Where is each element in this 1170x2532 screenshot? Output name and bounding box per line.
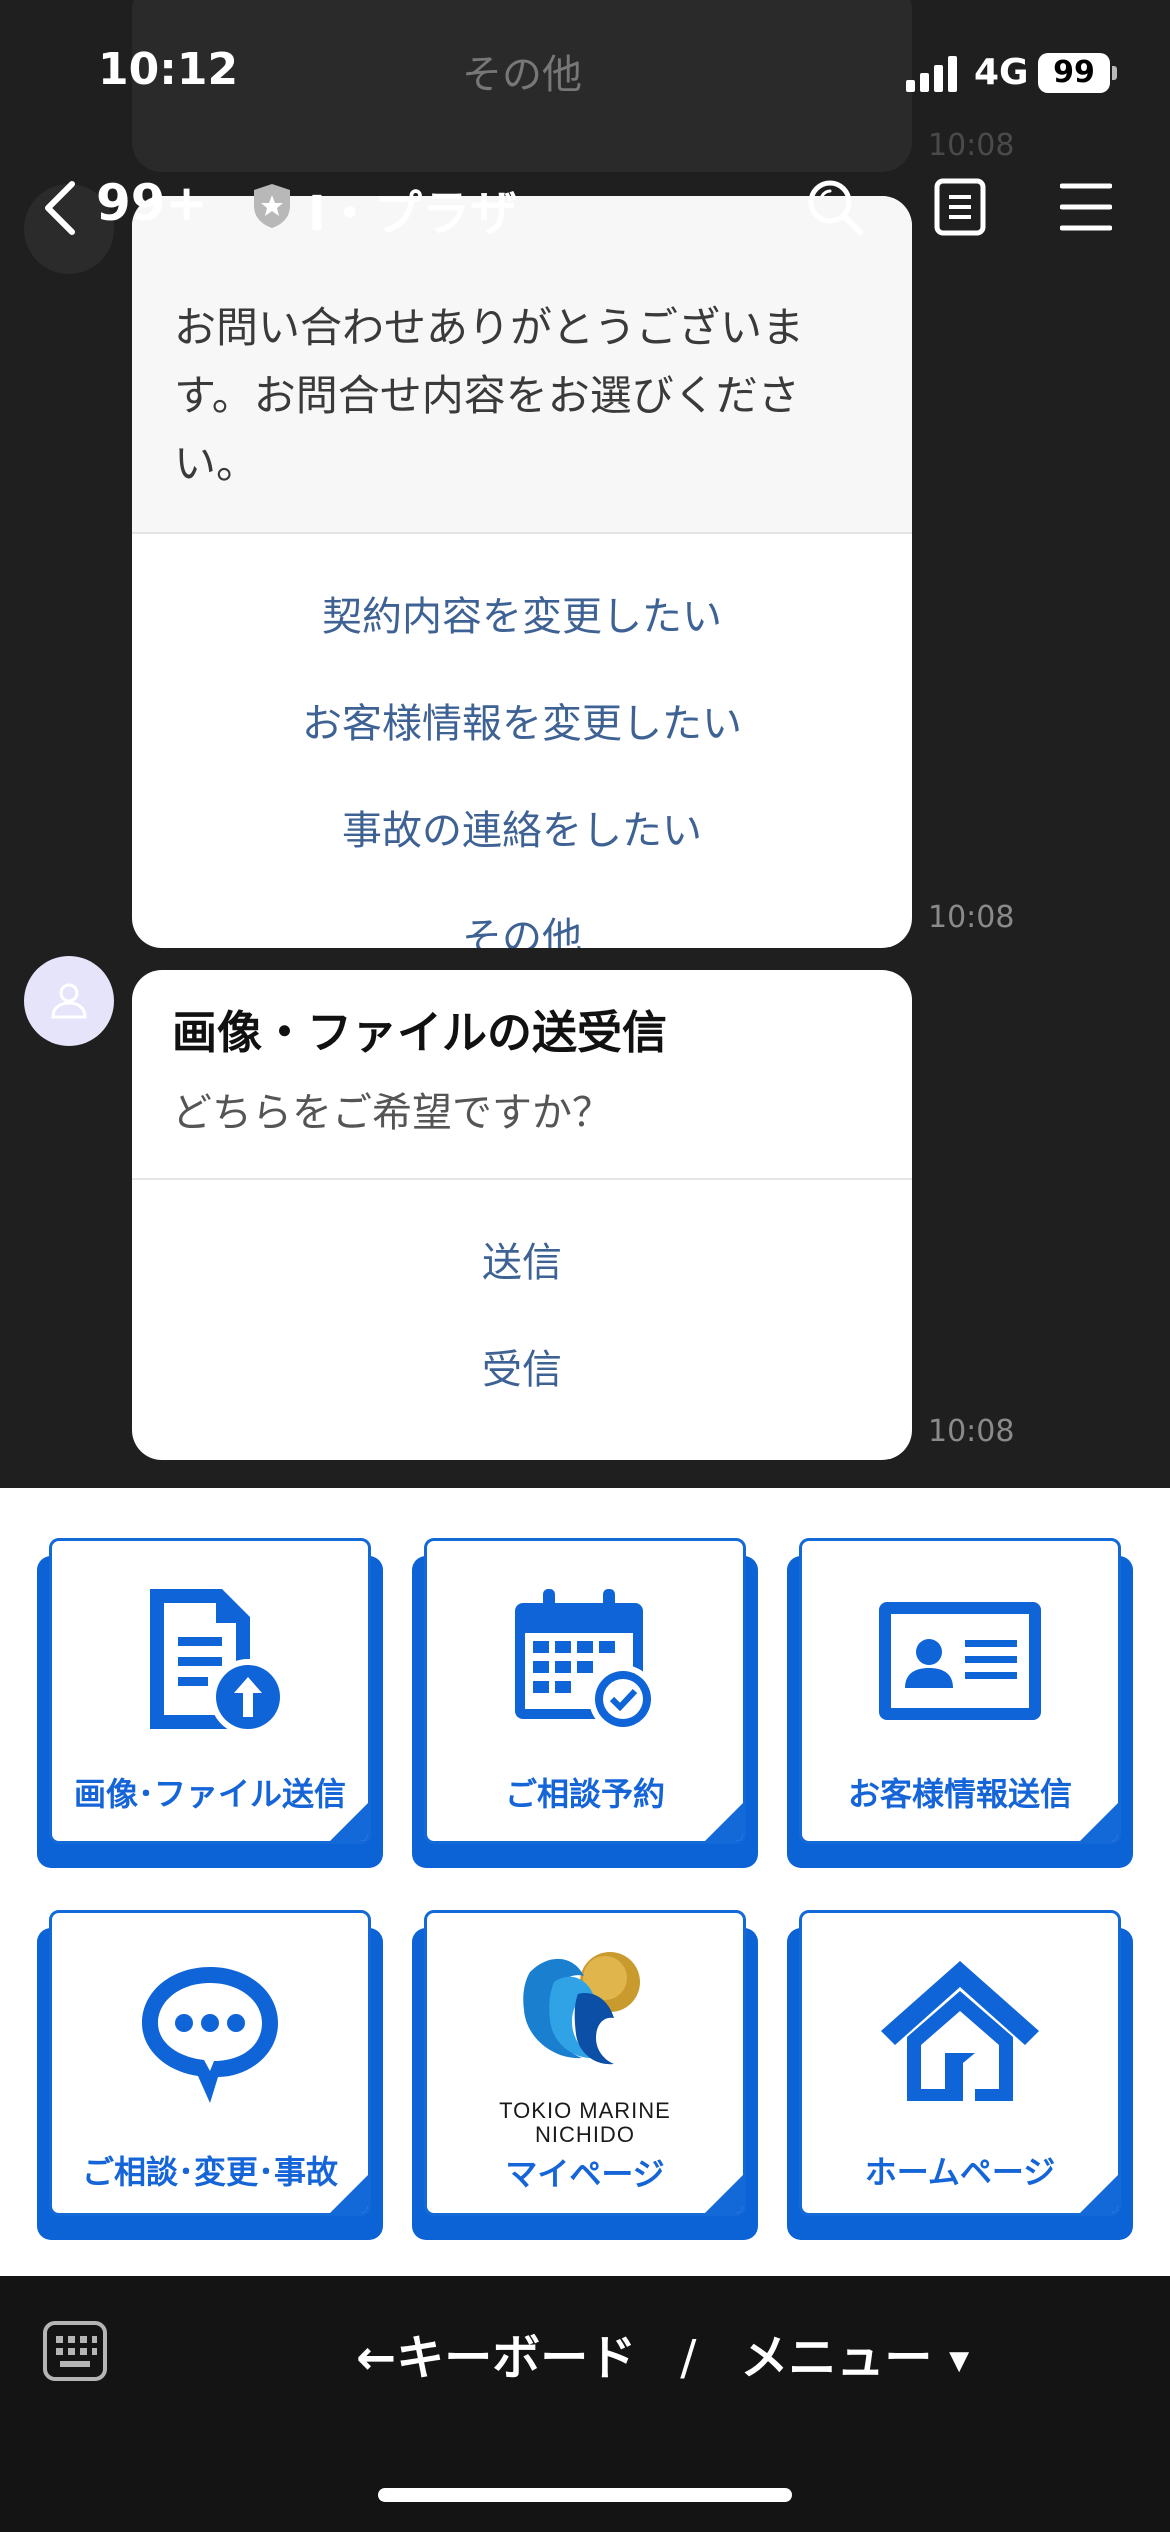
caret-down-icon: ▼ bbox=[949, 2346, 970, 2376]
calendar-check-icon bbox=[515, 1589, 657, 1733]
file-transfer-message-time: 10:08 bbox=[928, 1414, 1015, 1449]
network-type: 4G bbox=[974, 52, 1029, 93]
rich-menu: 画像･ファイル送信 ご相談予約 お客様情報送信 ご相談･変更･事故 TOKIO … bbox=[0, 1488, 1170, 2276]
menu-tile-customer-info[interactable]: お客様情報送信 bbox=[787, 1538, 1133, 1868]
file-transfer-message-bubble: 画像・ファイルの送受信 どちらをご希望ですか？ 送信 受信 bbox=[132, 970, 912, 1460]
file-transfer-options: 送信 受信 bbox=[132, 1180, 912, 1424]
tile-label: ご相談･変更･事故 bbox=[81, 2153, 338, 2191]
channel-name[interactable]: I・プラザ bbox=[308, 174, 518, 244]
unread-count[interactable]: 99+ bbox=[96, 174, 207, 232]
menu-toggle-label[interactable]: メニュー bbox=[740, 2330, 932, 2386]
id-card-icon bbox=[879, 1602, 1041, 1720]
option-send[interactable]: 送信 bbox=[132, 1210, 912, 1317]
menu-tile-homepage[interactable]: ホームページ bbox=[787, 1910, 1133, 2240]
tile-label: マイページ bbox=[505, 2155, 665, 2193]
tile-label: お客様情報送信 bbox=[847, 1775, 1072, 1813]
status-bar: 10:12 4G 99 bbox=[0, 0, 1170, 150]
tile-label: ご相談予約 bbox=[504, 1775, 665, 1813]
battery-tip bbox=[1112, 66, 1117, 80]
document-upload-icon bbox=[150, 1589, 286, 1735]
file-transfer-subtitle: どちらをご希望ですか？ bbox=[172, 1090, 612, 1136]
tokio-marine-logo bbox=[523, 1952, 640, 2065]
inquiry-message-time: 10:08 bbox=[928, 900, 1015, 935]
bot-avatar bbox=[24, 956, 114, 1046]
status-time: 10:12 bbox=[98, 44, 239, 95]
home-indicator[interactable] bbox=[378, 2488, 792, 2502]
menu-icon[interactable] bbox=[1060, 182, 1112, 232]
tile-label: ホームページ bbox=[864, 2153, 1056, 2191]
option-report-accident[interactable]: 事故の連絡をしたい bbox=[132, 778, 912, 885]
keyboard-icon[interactable] bbox=[42, 2320, 108, 2382]
option-change-contract[interactable]: 契約内容を変更したい bbox=[132, 564, 912, 671]
option-other[interactable]: その他 bbox=[132, 885, 912, 948]
menu-tile-mypage[interactable]: TOKIO MARINE NICHIDO マイページ bbox=[412, 1910, 758, 2240]
menu-tile-consult-reservation[interactable]: ご相談予約 bbox=[412, 1538, 758, 1868]
menu-tile-consult-change-accident[interactable]: ご相談･変更･事故 bbox=[37, 1910, 383, 2240]
search-icon[interactable] bbox=[806, 178, 864, 236]
keyboard-toggle-label[interactable]: ←キーボード bbox=[356, 2330, 636, 2386]
notes-icon[interactable] bbox=[934, 178, 986, 236]
option-change-customer-info[interactable]: お客様情報を変更したい bbox=[132, 671, 912, 778]
keyboard-menu-switch[interactable]: ←キーボード / メニュー ▼ bbox=[356, 2318, 969, 2388]
tokio-marine-logo-text: TOKIO MARINE NICHIDO bbox=[499, 2098, 671, 2147]
inquiry-message-bubble: お問い合わせありがとうございます。お問合せ内容をお選びください。 契約内容を変更… bbox=[132, 196, 912, 948]
option-receive[interactable]: 受信 bbox=[132, 1317, 912, 1424]
tile-label: 画像･ファイル送信 bbox=[73, 1775, 346, 1813]
file-transfer-header: 画像・ファイルの送受信 どちらをご希望ですか？ bbox=[132, 970, 912, 1180]
chat-header: 99+ I・プラザ bbox=[0, 160, 1170, 250]
menu-tile-file-send[interactable]: 画像･ファイル送信 bbox=[37, 1538, 383, 1868]
file-transfer-title: 画像・ファイルの送受信 bbox=[172, 1006, 668, 1059]
chat-bubble-icon bbox=[142, 1967, 278, 2103]
back-chevron-icon[interactable] bbox=[40, 180, 80, 236]
separator: / bbox=[680, 2330, 697, 2386]
house-icon bbox=[881, 1961, 1039, 2101]
user-icon bbox=[51, 983, 87, 1019]
verified-shield-icon bbox=[254, 184, 290, 228]
inquiry-options: 契約内容を変更したい お客様情報を変更したい 事故の連絡をしたい その他 bbox=[132, 534, 912, 948]
battery-icon: 99 bbox=[1038, 53, 1110, 93]
signal-icon bbox=[906, 56, 957, 92]
